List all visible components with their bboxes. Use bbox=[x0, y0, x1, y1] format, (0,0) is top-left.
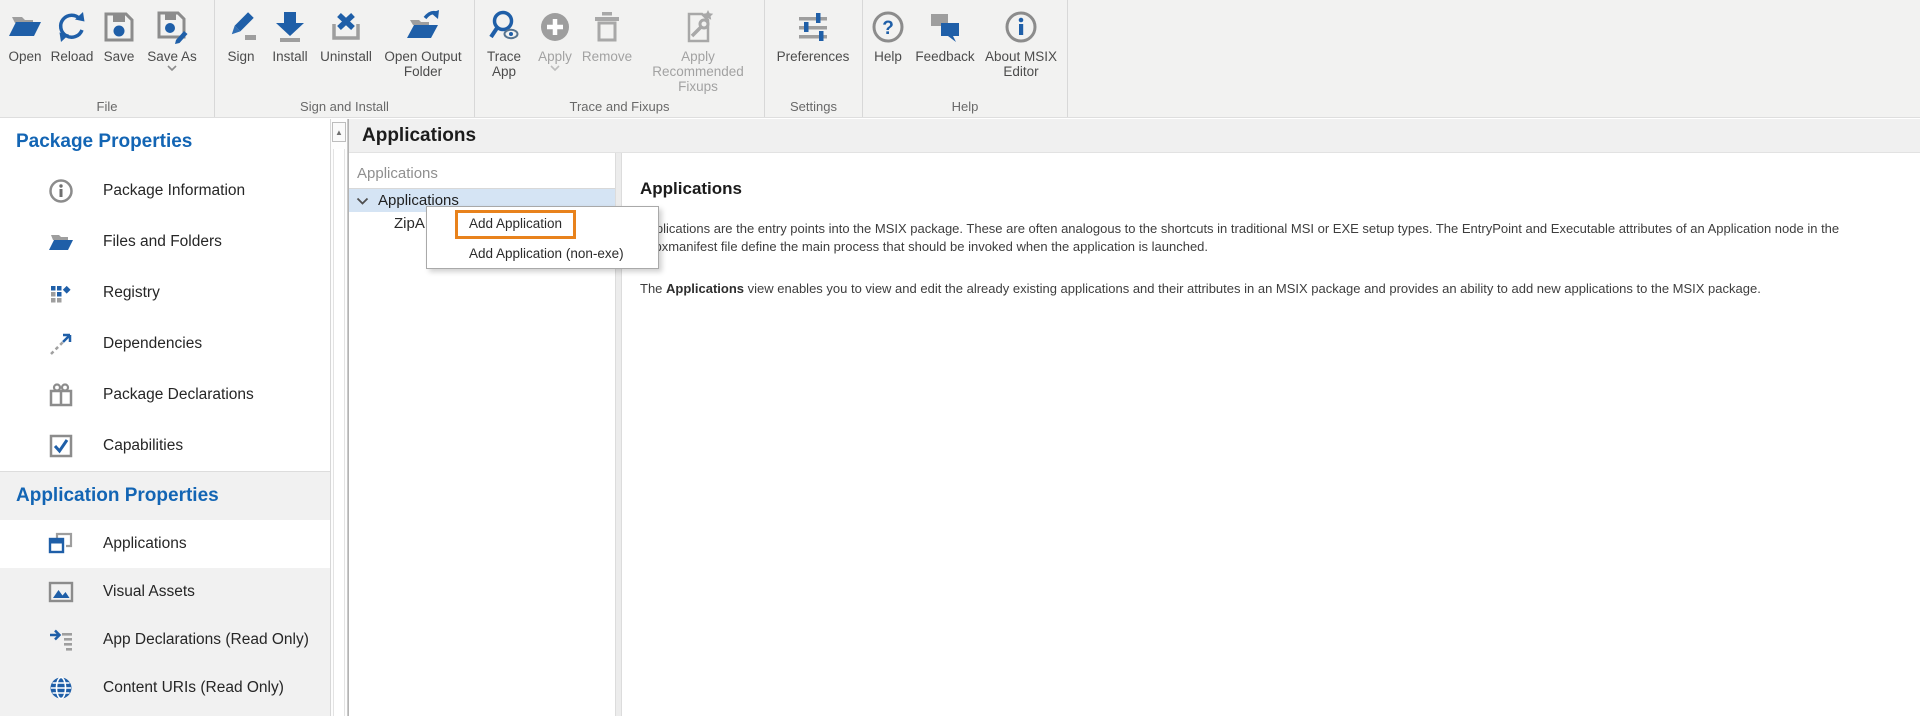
open-button[interactable]: Open bbox=[2, 6, 48, 64]
section-application-properties: Application Properties Applications Visu… bbox=[0, 471, 330, 716]
page-title: Applications bbox=[349, 119, 1920, 153]
package-information-icon bbox=[48, 178, 74, 204]
navigation-sidebar: Package Properties Package Information F… bbox=[0, 119, 330, 716]
sidebar-item-dependencies[interactable]: Dependencies bbox=[0, 318, 330, 369]
registry-icon bbox=[48, 280, 74, 306]
content-paragraph-1: Applications are the entry points into t… bbox=[640, 220, 1920, 256]
remove-trash-icon bbox=[588, 8, 626, 46]
ribbon-group-trace-fixups: Trace App Apply Remove bbox=[475, 0, 765, 117]
sidebar-item-package-information[interactable]: Package Information bbox=[0, 165, 330, 216]
menu-item-add-application[interactable]: Add Application bbox=[469, 216, 562, 231]
app-declarations-icon bbox=[48, 627, 74, 653]
sidebar-item-capabilities[interactable]: Capabilities bbox=[0, 420, 330, 471]
recommended-fixups-icon bbox=[679, 8, 717, 46]
content-uris-icon bbox=[48, 675, 74, 701]
sidebar-item-applications[interactable]: Applications bbox=[0, 520, 330, 568]
apply-button: Apply bbox=[531, 6, 579, 72]
ribbon-group-label-help: Help bbox=[863, 99, 1067, 114]
ribbon-empty-space bbox=[1068, 0, 1920, 117]
scrollbar-track[interactable] bbox=[333, 149, 345, 716]
sidebar-scrollbar[interactable]: ▲ bbox=[330, 119, 348, 716]
save-as-button[interactable]: Save As bbox=[142, 6, 202, 72]
content-paragraph-2: The Applications view enables you to vie… bbox=[640, 280, 1920, 298]
sidebar-item-files-and-folders[interactable]: Files and Folders bbox=[0, 216, 330, 267]
reload-icon bbox=[53, 8, 91, 46]
save-button[interactable]: Save bbox=[96, 6, 142, 64]
help-content-panel: Applications Applications are the entry … bbox=[622, 153, 1920, 716]
preferences-sliders-icon bbox=[794, 8, 832, 46]
trace-app-icon bbox=[485, 8, 523, 46]
bold-applications-ref: Applications bbox=[666, 281, 744, 296]
section-title-package-properties: Package Properties bbox=[0, 119, 330, 165]
context-menu: Add Application Add Application (non-exe… bbox=[426, 206, 659, 269]
feedback-button[interactable]: Feedback bbox=[911, 6, 979, 64]
ribbon-group-label-sign-install: Sign and Install bbox=[215, 99, 474, 114]
save-as-dropdown-chevron-icon[interactable] bbox=[167, 65, 177, 72]
save-icon bbox=[100, 8, 138, 46]
remove-button: Remove bbox=[579, 6, 635, 64]
trace-app-button[interactable]: Trace App bbox=[477, 6, 531, 79]
open-output-folder-button[interactable]: Open Output Folder bbox=[377, 6, 469, 79]
open-folder-icon bbox=[6, 8, 44, 46]
ribbon-group-label-trace-fixups: Trace and Fixups bbox=[475, 99, 764, 114]
sidebar-item-package-declarations[interactable]: Package Declarations bbox=[0, 369, 330, 420]
window-body: Package Properties Package Information F… bbox=[0, 119, 1920, 716]
help-button[interactable]: ? Help bbox=[865, 6, 911, 64]
uninstall-icon bbox=[327, 8, 365, 46]
files-and-folders-icon bbox=[48, 229, 74, 255]
tree-panel-label: Applications bbox=[349, 165, 615, 186]
ribbon-group-help: ? Help Feedback About MSIX Editor Help bbox=[863, 0, 1068, 117]
sidebar-item-registry[interactable]: Registry bbox=[0, 267, 330, 318]
ribbon-group-settings: Preferences Settings bbox=[765, 0, 863, 117]
capabilities-icon bbox=[48, 433, 74, 459]
tree-expander-chevron-icon[interactable] bbox=[356, 197, 369, 205]
preferences-button[interactable]: Preferences bbox=[767, 6, 859, 64]
apply-plus-icon bbox=[536, 8, 574, 46]
scrollbar-up-arrow-icon[interactable]: ▲ bbox=[332, 122, 346, 142]
menu-item-add-application-non-exe[interactable]: Add Application (non-exe) bbox=[469, 246, 624, 261]
save-as-icon bbox=[153, 8, 191, 46]
sidebar-item-visual-assets[interactable]: Visual Assets bbox=[0, 568, 330, 616]
applications-icon bbox=[48, 531, 74, 557]
msix-editor-window: Open Reload Save Save As bbox=[0, 0, 1920, 716]
ribbon-group-file: Open Reload Save Save As bbox=[0, 0, 215, 117]
about-msix-editor-button[interactable]: About MSIX Editor bbox=[979, 6, 1063, 79]
install-button[interactable]: Install bbox=[265, 6, 315, 64]
ribbon-group-label-file: File bbox=[0, 99, 214, 114]
sign-button[interactable]: Sign bbox=[217, 6, 265, 64]
open-output-folder-icon bbox=[404, 8, 442, 46]
dependencies-icon bbox=[48, 331, 74, 357]
help-question-icon: ? bbox=[869, 8, 907, 46]
uninstall-button[interactable]: Uninstall bbox=[315, 6, 377, 64]
visual-assets-icon bbox=[48, 579, 74, 605]
apply-recommended-fixups-button: Apply Recommended Fixups bbox=[635, 6, 761, 94]
reload-button[interactable]: Reload bbox=[48, 6, 96, 64]
sign-pencil-icon bbox=[222, 8, 260, 46]
sidebar-item-content-uris[interactable]: Content URIs (Read Only) bbox=[0, 664, 330, 712]
install-arrow-icon bbox=[271, 8, 309, 46]
content-heading: Applications bbox=[640, 179, 1920, 199]
section-title-application-properties: Application Properties bbox=[0, 472, 330, 520]
ribbon-group-label-settings: Settings bbox=[765, 99, 862, 114]
ribbon-group-sign-install: Sign Install Uninstall Open Output Folde… bbox=[215, 0, 475, 117]
ribbon-toolbar: Open Reload Save Save As bbox=[0, 0, 1920, 118]
package-declarations-icon bbox=[48, 382, 74, 408]
apply-dropdown-chevron-icon bbox=[550, 65, 560, 72]
svg-text:?: ? bbox=[882, 18, 894, 39]
about-info-icon bbox=[1002, 8, 1040, 46]
feedback-bubbles-icon bbox=[926, 8, 964, 46]
sidebar-item-app-declarations[interactable]: App Declarations (Read Only) bbox=[0, 616, 330, 664]
